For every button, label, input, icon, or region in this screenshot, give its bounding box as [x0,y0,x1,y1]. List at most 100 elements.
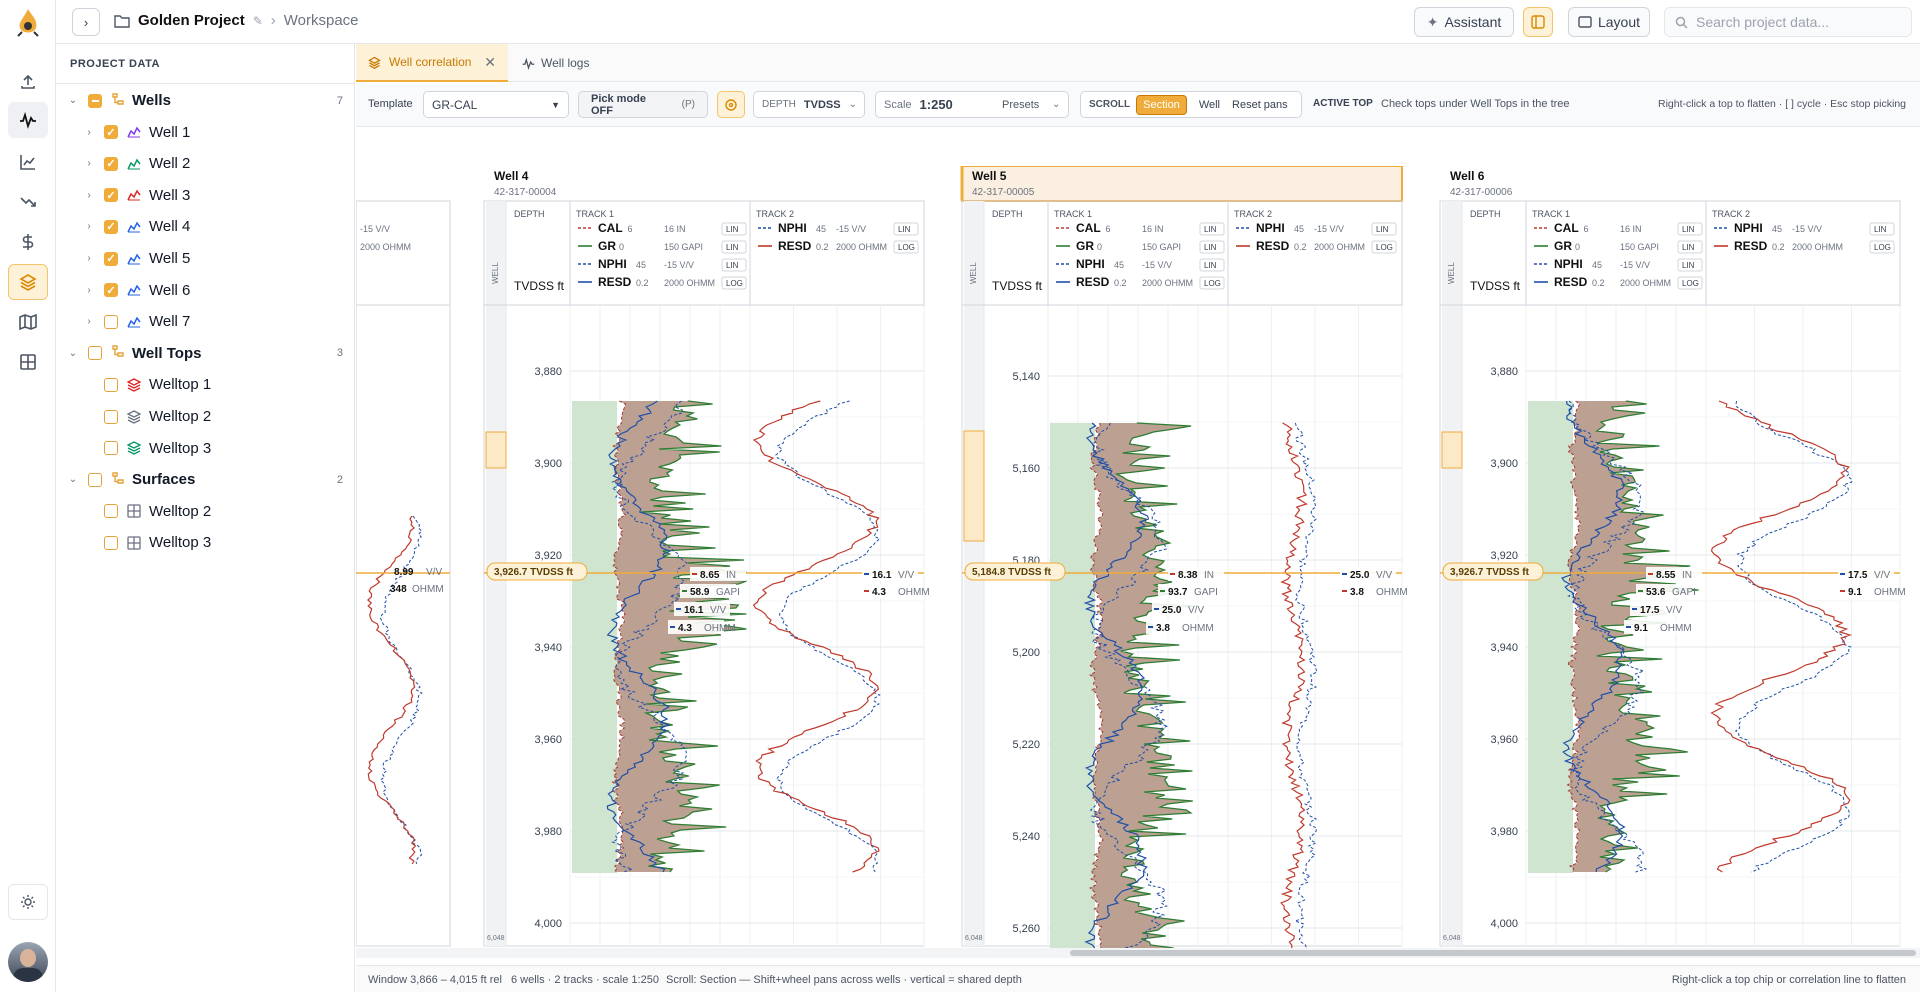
map-icon[interactable] [8,304,48,340]
tree-item[interactable]: Welltop 2 [56,496,355,527]
group-checkbox[interactable] [88,346,102,361]
t2-resd-readout-value: 9.1 [1848,587,1862,598]
scale-control[interactable]: Scale 1:250 Presets ⌄ [875,91,1069,118]
curve-scale-badge: LIN [1204,225,1217,234]
tree-item[interactable]: › ✓ Well 1 [56,117,355,148]
depth-tick-label: 3,940 [1490,642,1518,654]
group-checkbox[interactable] [88,93,102,108]
track1-title: TRACK 1 [1054,209,1092,219]
search-box[interactable]: Search project data... [1664,7,1912,37]
tree-group-wells[interactable]: ⌄ Wells 7 [56,85,355,116]
well-api: 42-317-00006 [1450,187,1513,198]
item-checkbox[interactable] [104,409,118,424]
item-checkbox[interactable] [104,314,118,329]
scroll-well-button[interactable]: Well [1199,99,1220,111]
t2-nphi-readout-value: 25.0 [1350,570,1370,581]
layers-icon[interactable] [8,264,48,300]
user-avatar[interactable] [8,942,48,982]
pick-mode-button[interactable]: Pick mode OFF (P) [578,91,708,118]
resd-readout-value: 3.8 [1156,623,1170,634]
tree-item[interactable]: Welltop 3 [56,527,355,558]
depth-value: TVDSS [803,98,841,111]
group-checkbox[interactable] [88,472,102,487]
curve-name: NPHI [598,257,627,271]
target-pick-button[interactable] [717,91,745,118]
item-checkbox[interactable]: ✓ [104,251,118,266]
curve-max: -15 V/V [1792,224,1822,234]
tree-item[interactable]: › ✓ Well 2 [56,148,355,179]
trend-icon[interactable] [8,184,48,220]
item-checkbox[interactable]: ✓ [104,283,118,298]
well-logs-icon[interactable] [8,102,48,138]
sand-shading [1050,423,1095,948]
tab-well-correlation[interactable]: Well correlation ✕ [356,44,508,82]
scroll-label: SCROLL [1089,99,1131,110]
tree-item[interactable]: › ✓ Well 3 [56,180,355,211]
tree-group-well-tops[interactable]: ⌄ Well Tops 3 [56,338,355,369]
tree-item[interactable]: Welltop 1 [56,369,355,400]
edit-pencil-icon[interactable]: ✎ [253,14,263,28]
tree-group-surfaces[interactable]: ⌄ Surfaces 2 [56,464,355,495]
group-label: Surfaces [132,471,196,489]
item-checkbox[interactable]: ✓ [104,156,118,171]
chevron-right-icon[interactable]: › [82,190,96,201]
chevron-right-icon[interactable]: › [82,285,96,296]
horizontal-scrollbar-thumb[interactable] [1070,950,1916,956]
curve-max: 2000 OHMM [1142,278,1193,288]
chevron-down-icon[interactable]: ⌄ [66,474,80,485]
cursor-depth-text: 3,926.7 TVDSS ft [1450,567,1530,578]
group-label: Wells [132,92,171,109]
upload-icon[interactable] [8,64,48,100]
chevron-right-icon[interactable]: › [82,316,96,327]
tree-item[interactable]: › Well 7 [56,306,355,337]
tree-item[interactable]: › ✓ Well 4 [56,211,355,242]
item-checkbox[interactable] [104,504,118,519]
item-checkbox[interactable] [104,377,118,392]
breadcrumb-workspace[interactable]: Workspace [284,12,359,29]
dollar-icon[interactable] [8,224,48,260]
correlation-canvas[interactable]: 8.99 V/V 348 OHMM -15 V/V 2000 OHMM Well 4 42-3… [356,166,1920,964]
assistant-button[interactable]: ✦ Assistant [1414,7,1514,37]
tree-item[interactable]: › ✓ Well 5 [56,243,355,274]
item-label: Welltop 3 [149,534,212,552]
template-select[interactable]: GR-CAL ▼ [423,91,569,118]
tab-well-logs[interactable]: Well logs [510,44,610,82]
chevron-down-icon[interactable]: ⌄ [66,95,80,106]
scroll-section-button[interactable]: Section [1136,94,1187,115]
reset-pans-button[interactable]: Reset pans [1232,99,1288,111]
tree-item[interactable]: Welltop 2 [56,401,355,432]
item-checkbox[interactable] [104,535,118,550]
chevron-right-icon[interactable]: › [82,253,96,264]
surface-icon [127,504,141,518]
chart-icon[interactable] [8,144,48,180]
item-checkbox[interactable]: ✓ [104,125,118,140]
well-name: Well 4 [494,169,529,183]
chevron-down-icon[interactable]: ⌄ [66,348,80,359]
sidebar-panel-icon [1531,15,1545,29]
chevron-right-icon[interactable]: › [82,221,96,232]
curve-max: 150 GAPI [1142,242,1181,252]
tree-item[interactable]: › ✓ Well 6 [56,275,355,306]
t2-nphi-readout-value: 17.5 [1848,570,1868,581]
layout-button[interactable]: Layout [1568,7,1650,37]
item-checkbox[interactable] [104,441,118,456]
chevron-down-icon: ⌄ [1052,99,1061,110]
curve-name: RESD [1076,275,1110,289]
nphi-readout-unit: V/V [1666,605,1682,616]
project-name[interactable]: Golden Project [138,12,245,29]
curve-name: NPHI [1734,221,1763,235]
item-checkbox[interactable]: ✓ [104,219,118,234]
theme-sun-icon[interactable] [8,884,48,920]
grid-icon[interactable] [8,344,48,380]
scale-input[interactable]: 1:250 [920,97,953,112]
chevron-right-icon[interactable]: › [82,158,96,169]
depth-tick-label: 3,960 [1490,734,1518,746]
expand-sidebar-button[interactable]: › [72,8,100,36]
presets-select[interactable]: Presets [1002,99,1039,111]
tree-item[interactable]: Welltop 3 [56,433,355,464]
close-tab-icon[interactable]: ✕ [484,54,496,71]
depth-mode-select[interactable]: DEPTH TVDSS ⌄ [753,91,865,118]
panel-toggle-button[interactable] [1523,7,1553,37]
item-checkbox[interactable]: ✓ [104,188,118,203]
chevron-right-icon[interactable]: › [82,127,96,138]
